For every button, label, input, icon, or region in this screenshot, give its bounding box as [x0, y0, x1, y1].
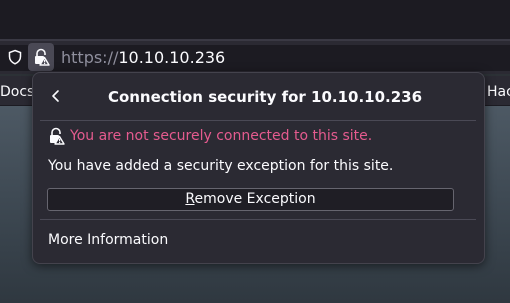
tracking-protection-button[interactable]	[4, 44, 26, 70]
bookmark-item-hac[interactable]: Hac	[487, 83, 510, 101]
remove-exception-access-key: R	[185, 191, 195, 207]
chevron-left-icon	[52, 90, 59, 102]
back-button[interactable]	[45, 85, 67, 107]
url-scheme: https://	[61, 48, 119, 67]
lock-warning-icon	[35, 48, 50, 66]
lock-warning-icon	[47, 127, 65, 145]
remove-exception-label: emove Exception	[194, 191, 316, 207]
more-information-link[interactable]: More Information	[48, 231, 168, 249]
panel-separator	[40, 219, 476, 220]
tab-strip	[0, 0, 510, 40]
url-host: 10.10.10.236	[118, 48, 226, 67]
site-identity-button[interactable]	[28, 43, 54, 71]
security-exception-message: You have added a security exception for …	[48, 158, 394, 174]
remove-exception-button[interactable]: Remove Exception	[47, 188, 454, 211]
url-text: https://10.10.10.236	[61, 47, 225, 69]
bookmark-item-docs[interactable]: Docs	[0, 83, 34, 101]
panel-title: Connection security for 10.10.10.236	[107, 88, 423, 106]
insecure-connection-warning: You are not securely connected to this s…	[70, 128, 373, 144]
panel-separator	[40, 120, 476, 121]
shield-icon	[8, 49, 22, 65]
